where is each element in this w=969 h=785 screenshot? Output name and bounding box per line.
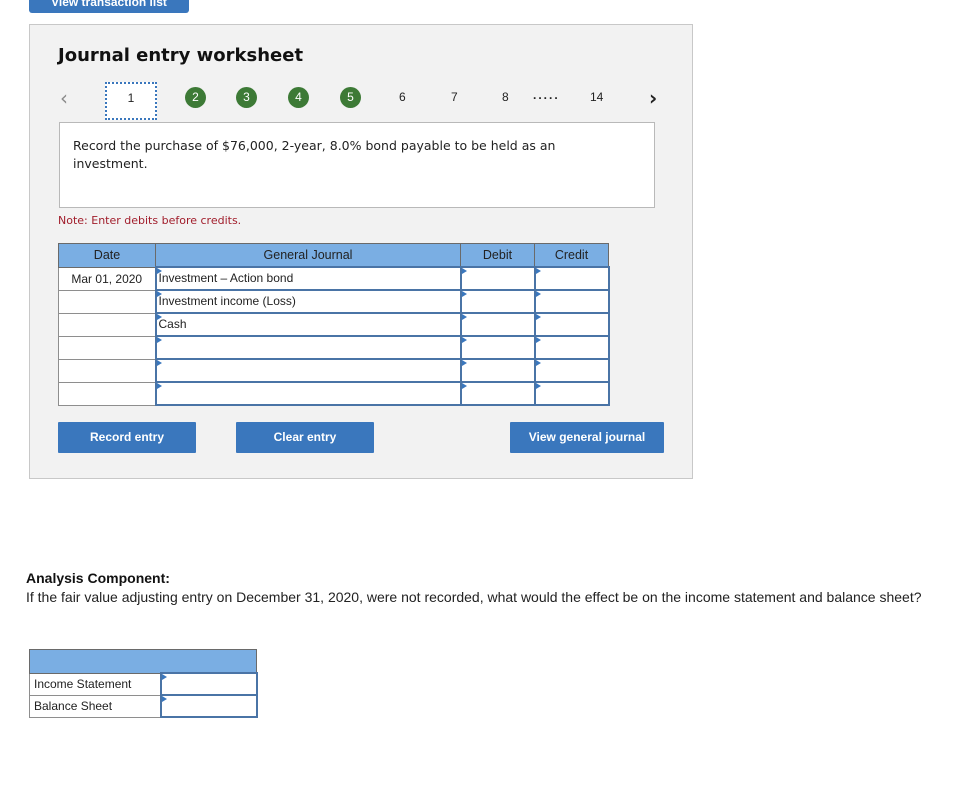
account-select[interactable]	[154, 358, 462, 383]
journal-row	[58, 358, 610, 383]
page-7[interactable]: 7	[451, 87, 458, 108]
page-1-current[interactable]: 1	[105, 82, 157, 120]
journal-row	[58, 335, 610, 360]
dropdown-indicator-icon	[156, 383, 162, 389]
debit-input[interactable]	[459, 289, 536, 314]
input-indicator-icon	[535, 360, 541, 366]
transaction-prompt-box: Record the purchase of $76,000, 2-year, …	[59, 122, 655, 208]
analysis-row-income-statement: Income Statement	[28, 672, 258, 696]
date-cell	[58, 335, 156, 360]
input-indicator-icon	[535, 337, 541, 343]
analysis-table: Income Statement Balance Sheet	[28, 649, 258, 718]
account-select[interactable]: Investment income (Loss)	[154, 289, 462, 314]
header-general-journal: General Journal	[155, 243, 461, 268]
debit-input[interactable]	[459, 335, 536, 360]
input-indicator-icon	[461, 337, 467, 343]
input-indicator-icon	[461, 383, 467, 389]
account-select[interactable]	[154, 335, 462, 360]
page-3-completed[interactable]: 3	[236, 87, 257, 108]
page-6[interactable]: 6	[399, 87, 406, 108]
account-select[interactable]: Investment – Action bond	[154, 266, 462, 291]
debit-input[interactable]	[459, 266, 536, 291]
page-14[interactable]: 14	[590, 87, 603, 108]
dropdown-indicator-icon	[156, 268, 162, 274]
dropdown-indicator-icon	[156, 337, 162, 343]
journal-entry-worksheet: Journal entry worksheet ‹ 1 2 3 4 5 6 7 …	[29, 24, 693, 479]
date-cell	[58, 381, 156, 406]
input-indicator-icon	[461, 314, 467, 320]
income-statement-select[interactable]	[159, 672, 258, 696]
transaction-prompt: Record the purchase of $76,000, 2-year, …	[73, 138, 556, 171]
dropdown-indicator-icon	[156, 314, 162, 320]
header-date: Date	[58, 243, 156, 268]
analysis-header	[29, 649, 257, 674]
balance-sheet-select[interactable]	[159, 694, 258, 718]
credit-input[interactable]	[533, 335, 610, 360]
journal-row: Investment income (Loss)	[58, 289, 610, 314]
account-select[interactable]	[154, 381, 462, 406]
account-select[interactable]: Cash	[154, 312, 462, 337]
account-value: Investment income (Loss)	[158, 294, 296, 308]
page-2-completed[interactable]: 2	[185, 87, 206, 108]
worksheet-pager: ‹ 1 2 3 4 5 6 7 8 ..... 14 ›	[30, 82, 692, 120]
credit-input[interactable]	[533, 266, 610, 291]
dropdown-indicator-icon	[156, 360, 162, 366]
dropdown-indicator-icon	[156, 291, 162, 297]
page-8[interactable]: 8	[502, 87, 509, 108]
journal-row: Mar 01, 2020 Investment – Action bond	[58, 266, 610, 291]
header-credit: Credit	[534, 243, 609, 268]
credit-input[interactable]	[533, 381, 610, 406]
debit-input[interactable]	[459, 381, 536, 406]
input-indicator-icon	[461, 360, 467, 366]
credit-input[interactable]	[533, 312, 610, 337]
input-indicator-icon	[535, 314, 541, 320]
journal-table: Date General Journal Debit Credit Mar 01…	[58, 243, 610, 406]
analysis-question: If the fair value adjusting entry on Dec…	[26, 589, 922, 605]
credit-input[interactable]	[533, 289, 610, 314]
worksheet-title: Journal entry worksheet	[58, 45, 304, 66]
journal-row	[58, 381, 610, 406]
debit-input[interactable]	[459, 358, 536, 383]
view-general-journal-button[interactable]: View general journal	[510, 422, 664, 453]
credit-input[interactable]	[533, 358, 610, 383]
clear-entry-button[interactable]: Clear entry	[236, 422, 374, 453]
journal-row: Cash	[58, 312, 610, 337]
input-indicator-icon	[535, 291, 541, 297]
input-indicator-icon	[535, 268, 541, 274]
chevron-left-icon[interactable]: ‹	[60, 86, 68, 110]
input-indicator-icon	[461, 268, 467, 274]
account-value: Investment – Action bond	[158, 271, 294, 285]
date-cell	[58, 358, 156, 383]
input-indicator-icon	[461, 291, 467, 297]
header-debit: Debit	[460, 243, 535, 268]
page-5-completed[interactable]: 5	[340, 87, 361, 108]
debits-note: Note: Enter debits before credits.	[58, 214, 242, 227]
pager-ellipsis: .....	[533, 88, 560, 102]
date-cell: Mar 01, 2020	[58, 266, 156, 291]
date-cell	[58, 289, 156, 314]
date-cell	[58, 312, 156, 337]
analysis-label: Balance Sheet	[28, 694, 162, 718]
dropdown-indicator-icon	[161, 674, 167, 680]
debit-input[interactable]	[459, 312, 536, 337]
analysis-label: Income Statement	[28, 672, 162, 696]
page-4-completed[interactable]: 4	[288, 87, 309, 108]
input-indicator-icon	[535, 383, 541, 389]
account-value: Cash	[158, 317, 187, 331]
dropdown-indicator-icon	[161, 696, 167, 702]
record-entry-button[interactable]: Record entry	[58, 422, 196, 453]
chevron-right-icon[interactable]: ›	[649, 86, 657, 110]
view-transaction-list-button[interactable]: View transaction list	[29, 0, 189, 13]
analysis-row-balance-sheet: Balance Sheet	[28, 694, 258, 718]
analysis-title: Analysis Component:	[26, 570, 170, 586]
